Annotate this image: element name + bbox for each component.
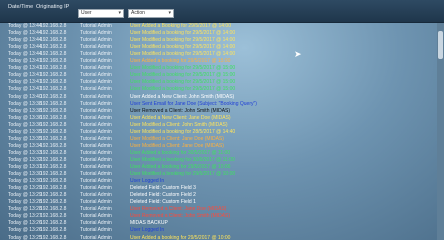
chevron-down-icon: ▾ <box>118 10 121 16</box>
user-filter-value: User <box>81 10 92 16</box>
chevron-down-icon: ▾ <box>168 10 171 16</box>
log-time: Today @ 13:25 <box>8 234 42 240</box>
log-action: User Added a booking for 29/5/2017 @ 10:… <box>130 234 231 240</box>
scrollbar-thumb[interactable] <box>438 31 443 59</box>
audit-log-window: Date/Time Originating IP User ▾ Action ▾… <box>0 0 444 240</box>
log-row[interactable]: Today @ 13:25 192.168.2.8 Tutorial Admin Us… <box>0 235 436 240</box>
mouse-pointer-icon: ➤ <box>294 49 302 59</box>
log-list[interactable]: Today @ 13:44 192.168.2.8 Tutorial Admin Us… <box>0 23 436 240</box>
user-filter-select[interactable]: User ▾ <box>78 9 124 18</box>
ip-column-header[interactable]: Originating IP <box>36 4 69 10</box>
log-user: Tutorial Admin <box>80 234 112 240</box>
scrollbar[interactable] <box>437 23 444 240</box>
log-ip: 192.168.2.8 <box>40 234 67 240</box>
datetime-column-header[interactable]: Date/Time <box>8 4 33 10</box>
action-filter-select[interactable]: Action ▾ <box>128 9 174 18</box>
action-filter-value: Action <box>131 10 145 16</box>
log-header: Date/Time Originating IP User ▾ Action ▾ <box>0 0 444 23</box>
